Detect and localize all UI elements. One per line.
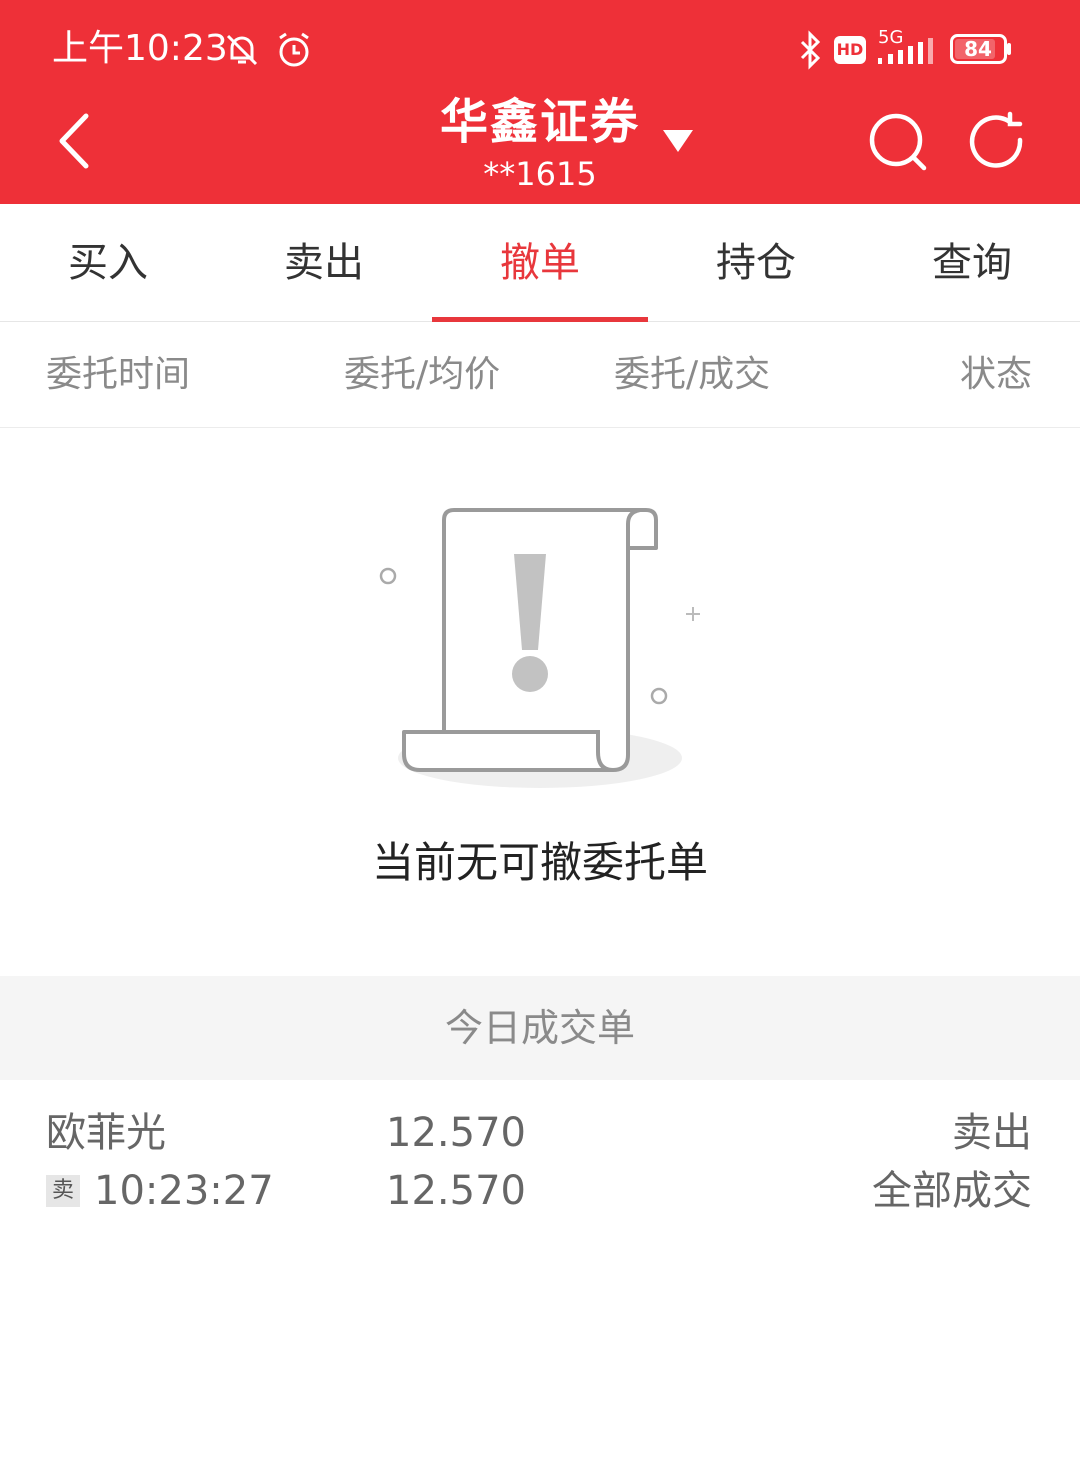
stock-name: 欧菲光 <box>46 1110 166 1156</box>
order-column-header: 委托时间 委托/均价 委托/成交 状态 <box>0 322 1080 428</box>
trade-status: 全部成交 <box>872 1168 1032 1214</box>
empty-document-icon <box>360 490 720 810</box>
title-bar: 华鑫证券 **1615 <box>0 96 1080 204</box>
mute-icon <box>222 30 262 74</box>
search-button[interactable] <box>866 110 930 174</box>
col-order-time: 委托时间 <box>46 354 191 395</box>
status-time: 上午10:23 <box>52 28 228 69</box>
col-status: 状态 <box>960 354 1033 395</box>
empty-state-message: 当前无可撤委托单 <box>371 838 708 887</box>
alarm-icon <box>274 30 314 74</box>
signal-icon <box>876 36 938 70</box>
tab-buy[interactable]: 买入 <box>0 204 216 322</box>
tab-sell[interactable]: 卖出 <box>216 204 432 322</box>
status-bar: 上午10:23 HD 5G 84 <box>0 0 1080 96</box>
account-dropdown-button[interactable] <box>660 126 696 156</box>
tab-cancel-order[interactable]: 撤单 <box>432 204 648 322</box>
sell-badge: 卖 <box>46 1175 80 1207</box>
today-trades-title: 今日成交单 <box>0 976 1080 1080</box>
avg-price: 12.570 <box>386 1168 526 1214</box>
app-header: 上午10:23 HD 5G 84 华鑫证券 **1615 <box>0 0 1080 204</box>
search-icon <box>869 113 927 171</box>
bluetooth-icon <box>798 30 822 74</box>
trade-row[interactable]: 欧菲光 卖 10:23:27 12.570 12.570 卖出 全部成交 <box>0 1100 1080 1230</box>
refresh-button[interactable] <box>966 110 1030 174</box>
tab-positions[interactable]: 持仓 <box>648 204 864 322</box>
tab-query[interactable]: 查询 <box>864 204 1080 322</box>
dropdown-triangle-icon <box>663 130 693 152</box>
col-order-avg-price: 委托/均价 <box>344 354 501 395</box>
hd-badge: HD <box>834 36 866 64</box>
trade-time: 10:23:27 <box>94 1168 274 1214</box>
trade-direction: 卖出 <box>952 1110 1032 1156</box>
trade-tabs: 买入 卖出 撤单 持仓 查询 <box>0 204 1080 322</box>
refresh-icon <box>969 111 1023 168</box>
col-order-filled: 委托/成交 <box>614 354 771 395</box>
battery-level: 84 <box>964 37 992 61</box>
order-price: 12.570 <box>386 1110 526 1156</box>
battery-icon: 84 <box>950 34 1012 64</box>
